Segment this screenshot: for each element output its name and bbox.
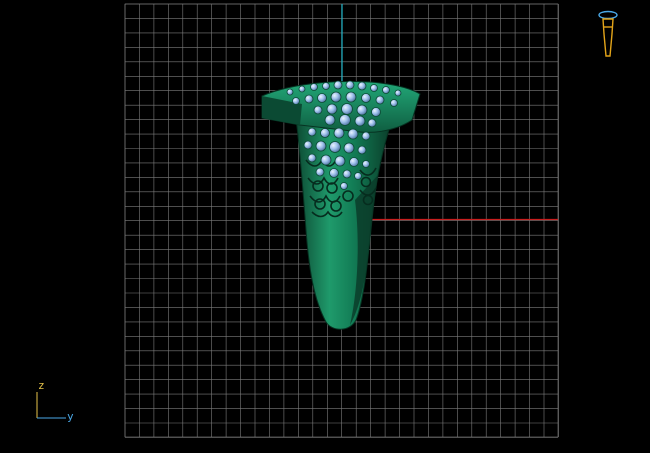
gem-stone: [375, 95, 385, 105]
gem-stone: [345, 91, 357, 103]
gem-stone: [371, 107, 381, 117]
axis-label-z: z: [38, 379, 45, 392]
gem-stone: [370, 84, 378, 92]
gem-stone: [357, 81, 367, 91]
gem-stone: [329, 141, 341, 153]
gem-stone: [390, 99, 398, 107]
gem-stone: [339, 114, 351, 126]
gem-stone: [326, 103, 338, 115]
gem-stone: [317, 93, 327, 103]
gem-stone: [382, 86, 390, 94]
gem-stone: [340, 182, 348, 190]
gem-stone: [334, 155, 346, 167]
gem-stone: [347, 128, 359, 140]
gem-stone: [304, 94, 314, 104]
gem-stone: [367, 118, 377, 128]
gem-stone: [361, 131, 371, 141]
gem-stone: [333, 127, 345, 139]
gem-stone: [394, 89, 402, 97]
gem-stone: [349, 157, 359, 167]
gem-stone: [313, 105, 323, 115]
gem-stone: [322, 82, 330, 90]
gem-stone: [292, 97, 300, 105]
gem-stone: [329, 168, 339, 178]
gem-stone: [307, 127, 317, 137]
gem-stone: [333, 80, 343, 90]
gem-stone: [356, 104, 368, 116]
gem-stone: [354, 115, 366, 127]
gem-stone: [315, 140, 327, 152]
gem-stone: [286, 88, 294, 96]
gem-stone: [298, 85, 306, 93]
axis-label-y: y: [67, 410, 74, 423]
gem-stone: [320, 154, 332, 166]
gem-stone: [320, 128, 330, 138]
gem-stone: [330, 91, 342, 103]
gem-stone: [310, 83, 318, 91]
gem-stone: [303, 140, 313, 150]
gem-stone: [343, 142, 355, 154]
gem-stone: [345, 80, 355, 90]
3d-viewport[interactable]: [0, 0, 650, 453]
gem-stone: [341, 103, 353, 115]
gem-stone: [361, 93, 371, 103]
gem-stone: [315, 167, 325, 177]
gem-stone: [324, 114, 336, 126]
gem-stone: [307, 153, 317, 163]
gem-stone: [357, 145, 367, 155]
gem-stone: [354, 172, 362, 180]
gem-stone: [362, 160, 370, 168]
gem-stone: [342, 169, 352, 179]
